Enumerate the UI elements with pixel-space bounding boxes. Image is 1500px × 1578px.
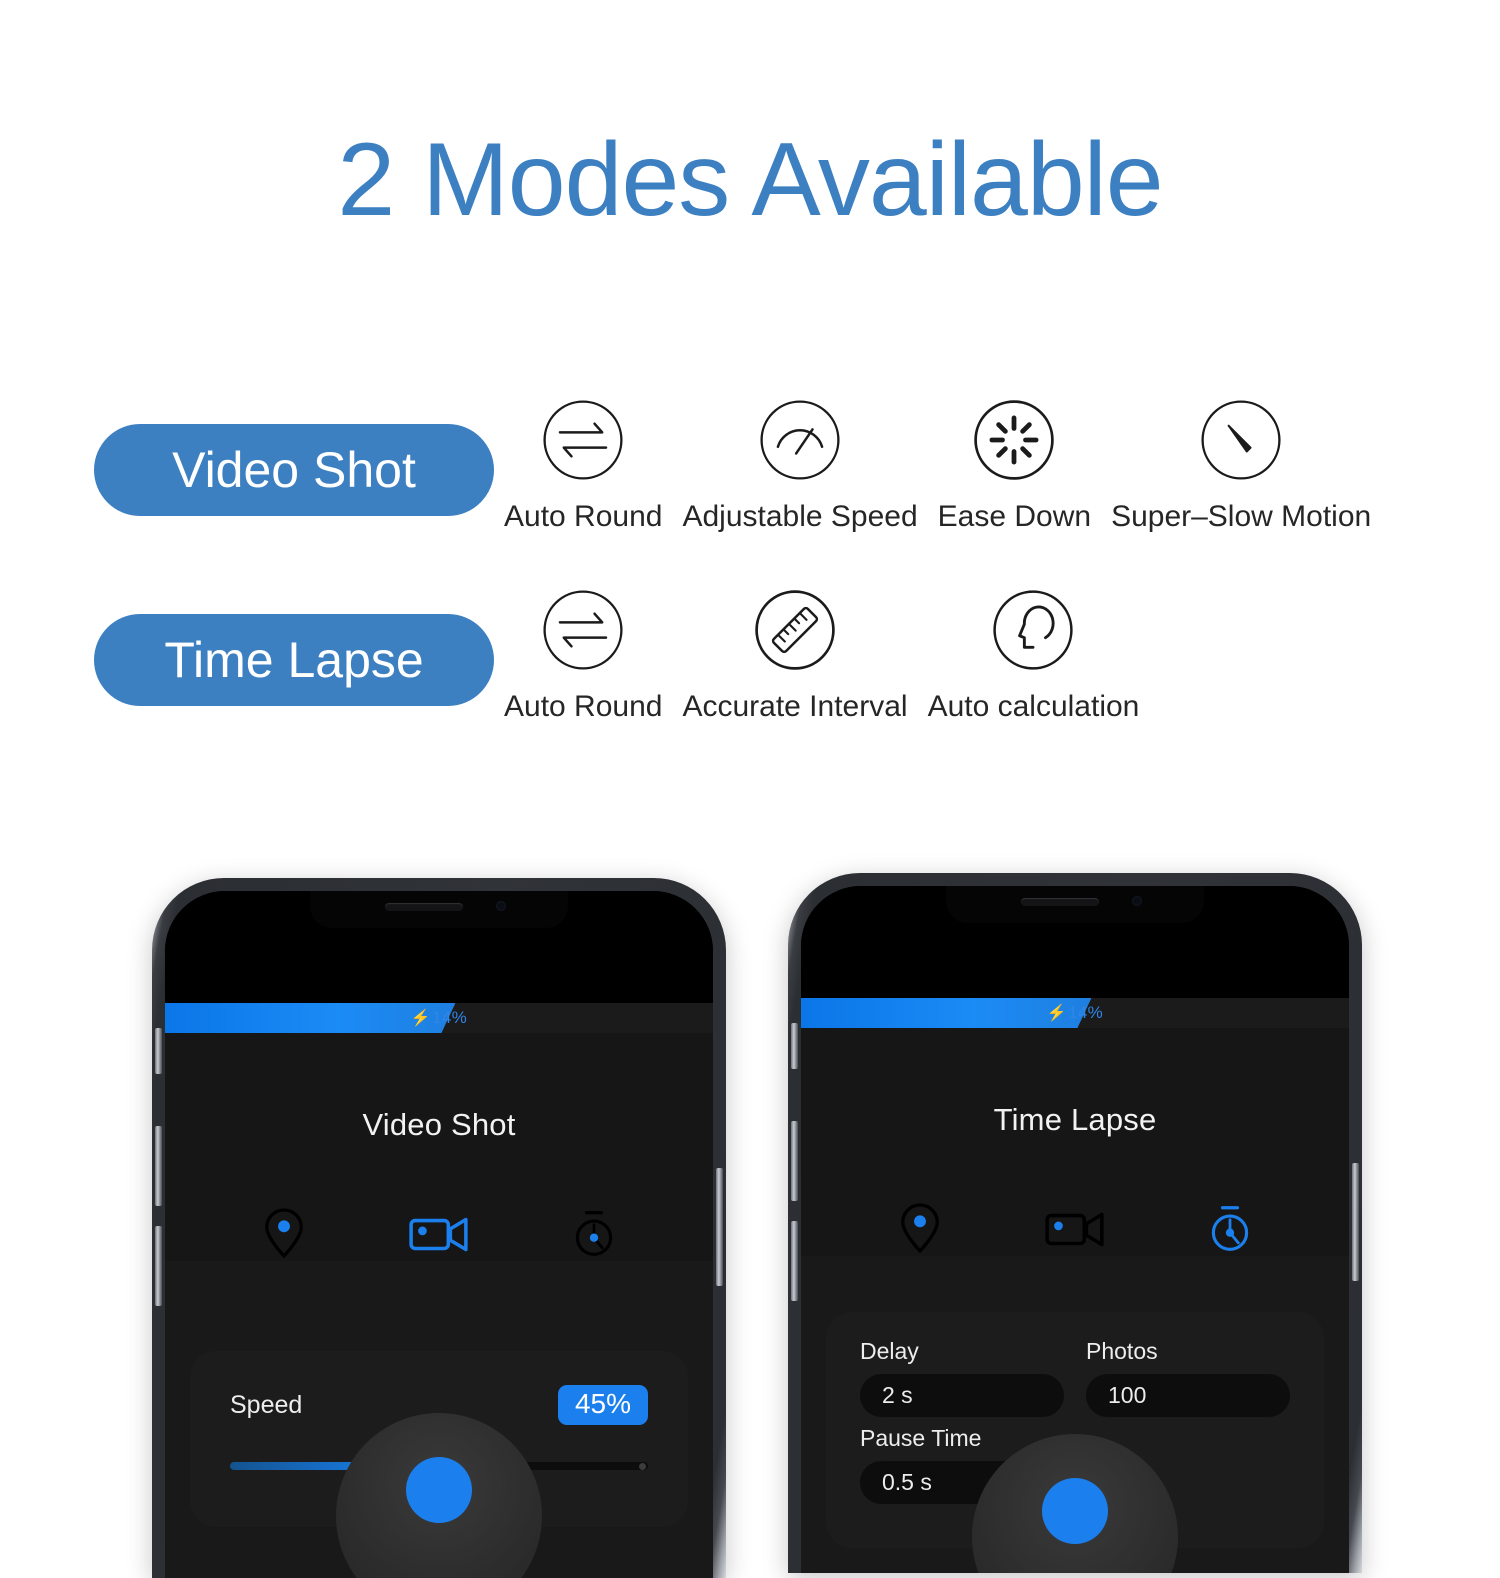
- page-title: 2 Modes Available: [337, 122, 1163, 238]
- lightning-bolt-icon: ⚡: [1046, 1005, 1068, 1022]
- phone-screen: ⚡14% Time Lapse Delay 2 s Photos 100 Pau…: [801, 886, 1349, 1573]
- lightning-bolt-icon: ⚡: [410, 1010, 432, 1027]
- shutter-inner-dot: [406, 1457, 472, 1524]
- front-camera-icon: [496, 901, 506, 911]
- volume-down-button[interactable]: [791, 1221, 798, 1301]
- feature-super-slow-motion: Super–Slow Motion: [1101, 392, 1381, 534]
- field-label: Delay: [860, 1338, 919, 1364]
- phone-frame: ⚡14% Video Shot Speed 45%: [152, 878, 726, 1578]
- feature-label: Auto Round: [504, 690, 663, 723]
- battery-status-text: ⚡14%: [165, 1008, 713, 1028]
- battery-status-text: ⚡14%: [801, 1003, 1349, 1023]
- power-button[interactable]: [716, 1168, 723, 1286]
- field-photos: Photos 100: [1086, 1338, 1290, 1417]
- feature-list-time-lapse: Auto Round Accurate Interval Auto calcul…: [494, 582, 1149, 724]
- volume-up-button[interactable]: [155, 1126, 162, 1206]
- mute-switch-button[interactable]: [791, 1023, 798, 1069]
- earpiece-speaker-icon: [1021, 897, 1099, 906]
- feature-list-video-shot: Auto Round Adjustable Speed Ease Down Su…: [494, 392, 1381, 534]
- field-value-photos[interactable]: 100: [1086, 1374, 1290, 1417]
- power-button[interactable]: [1352, 1163, 1359, 1281]
- battery-percent-label: 14%: [432, 1008, 468, 1027]
- feature-label: Auto Round: [504, 500, 663, 533]
- ease-down-icon: [966, 392, 1062, 488]
- phone-screen: ⚡14% Video Shot Speed 45%: [165, 891, 713, 1578]
- feature-adjustable-speed: Adjustable Speed: [672, 392, 927, 534]
- feature-accurate-interval: Accurate Interval: [672, 582, 917, 724]
- earpiece-speaker-icon: [385, 902, 463, 911]
- battery-status-bar: ⚡14%: [165, 1003, 713, 1033]
- app-content-area: ⚡14% Time Lapse Delay 2 s Photos 100 Pau…: [801, 998, 1349, 1573]
- auto-calculation-icon: [985, 582, 1081, 678]
- feature-auto-round-2: Auto Round: [494, 582, 672, 724]
- feature-label: Ease Down: [937, 500, 1092, 533]
- feature-label: Accurate Interval: [682, 690, 908, 723]
- volume-down-button[interactable]: [155, 1226, 162, 1306]
- auto-round-icon: [535, 582, 631, 678]
- phone-mockup-time-lapse: ⚡14% Time Lapse Delay 2 s Photos 100 Pau…: [788, 873, 1362, 1573]
- mode-pill-video-shot[interactable]: Video Shot: [94, 424, 494, 516]
- app-screen-title: Time Lapse: [993, 1102, 1157, 1137]
- stopwatch-icon: [1206, 1203, 1254, 1255]
- battery-status-bar: ⚡14%: [801, 998, 1349, 1028]
- speed-label: Speed: [230, 1390, 303, 1419]
- phone-mockup-video-shot: ⚡14% Video Shot Speed 45%: [152, 878, 726, 1578]
- field-label: Photos: [1086, 1338, 1158, 1364]
- app-screen-title: Video Shot: [362, 1107, 516, 1142]
- slider-tick-dot: [639, 1462, 646, 1470]
- battery-percent-label: 14%: [1068, 1003, 1104, 1022]
- mute-switch-button[interactable]: [155, 1028, 162, 1074]
- feature-auto-round: Auto Round: [494, 392, 672, 534]
- volume-up-button[interactable]: [791, 1121, 798, 1201]
- phone-glass: ⚡14% Time Lapse Delay 2 s Photos 100 Pau…: [801, 886, 1349, 1573]
- feature-label: Super–Slow Motion: [1111, 500, 1372, 533]
- app-content-area: ⚡14% Video Shot Speed 45%: [165, 1003, 713, 1578]
- phone-glass: ⚡14% Video Shot Speed 45%: [165, 891, 713, 1578]
- shutter-inner-dot: [1042, 1478, 1108, 1544]
- notch: [310, 891, 568, 928]
- auto-round-icon: [535, 392, 631, 488]
- phone-frame: ⚡14% Time Lapse Delay 2 s Photos 100 Pau…: [788, 873, 1362, 1573]
- feature-label: Adjustable Speed: [682, 500, 918, 533]
- feature-label: Auto calculation: [927, 690, 1140, 723]
- mode-row-video-shot: Video Shot Auto Round Adjustable Speed E…: [0, 392, 1500, 582]
- speed-panel-wrap: Speed 45%: [165, 1351, 713, 1578]
- modes-feature-section: Video Shot Auto Round Adjustable Speed E…: [0, 392, 1500, 772]
- location-pin-icon: [897, 1201, 943, 1257]
- notch: [946, 886, 1204, 923]
- feature-auto-calculation: Auto calculation: [918, 582, 1150, 724]
- mode-pill-time-lapse[interactable]: Time Lapse: [94, 614, 494, 706]
- video-camera-icon: [408, 1212, 470, 1256]
- super-slow-motion-icon: [1193, 392, 1289, 488]
- accurate-interval-icon: [747, 582, 843, 678]
- fields-panel-wrap: Delay 2 s Photos 100 Pause Time 0.5 s: [801, 1312, 1349, 1573]
- mode-row-time-lapse: Time Lapse Auto Round Accurate Interval …: [0, 582, 1500, 772]
- location-pin-icon: [261, 1206, 307, 1262]
- feature-ease-down: Ease Down: [928, 392, 1101, 534]
- adjustable-speed-icon: [752, 392, 848, 488]
- field-delay: Delay 2 s: [860, 1338, 1064, 1417]
- front-camera-icon: [1132, 896, 1142, 906]
- field-value-delay[interactable]: 2 s: [860, 1374, 1064, 1417]
- speed-value-badge: 45%: [557, 1385, 648, 1426]
- video-camera-icon: [1044, 1207, 1106, 1251]
- stopwatch-icon: [570, 1208, 618, 1260]
